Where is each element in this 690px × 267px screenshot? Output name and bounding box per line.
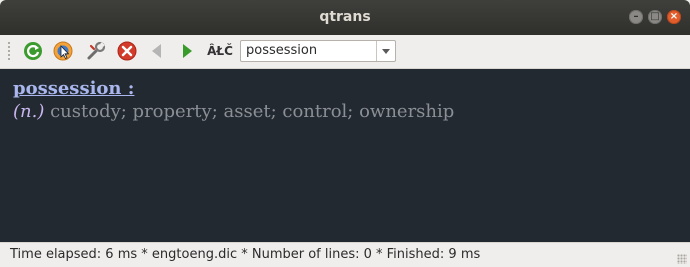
stop-icon [117, 41, 137, 61]
close-button[interactable]: × [667, 10, 681, 24]
refresh-icon [24, 42, 42, 60]
stop-button[interactable] [116, 40, 138, 62]
back-arrow-icon [152, 44, 161, 58]
settings-button[interactable] [85, 40, 107, 62]
result-pane[interactable]: possession : (n.) custody; property; ass… [0, 69, 690, 242]
resize-grip-icon[interactable] [677, 254, 687, 264]
spell-check-button[interactable]: ȂŁČ [206, 40, 234, 62]
definition-text: custody; property; asset; control; owner… [50, 101, 455, 122]
maximize-button[interactable]: □ [648, 10, 662, 24]
definition-line: (n.) custody; property; asset; control; … [13, 101, 454, 122]
status-bar: Time elapsed: 6 ms * engtoeng.dic * Numb… [0, 242, 690, 267]
pick-button[interactable] [52, 40, 74, 62]
minimize-button[interactable]: – [629, 10, 643, 24]
part-of-speech: (n.) [13, 101, 45, 122]
forward-arrow-icon [183, 44, 192, 58]
spell-check-icon: ȂŁČ [207, 44, 233, 58]
combo-dropdown-button[interactable] [376, 41, 395, 61]
status-text: Time elapsed: 6 ms * engtoeng.dic * Numb… [10, 247, 481, 262]
back-button[interactable] [146, 40, 168, 62]
window-title: qtrans [319, 9, 371, 25]
qtrans-window: qtrans – □ × ȂŁČ possession possession:… [0, 0, 690, 267]
forward-button[interactable] [176, 40, 198, 62]
wrench-icon [87, 41, 106, 60]
chevron-down-icon [382, 49, 390, 54]
title-bar[interactable]: qtrans – □ × [0, 0, 690, 35]
search-input[interactable]: possession [246, 41, 317, 61]
clipboard-pick-icon [53, 41, 73, 61]
headword-link[interactable]: possession : [13, 78, 134, 99]
refresh-button[interactable] [22, 40, 44, 62]
toolbar-handle[interactable] [7, 41, 11, 62]
search-combo[interactable]: possession [240, 40, 396, 62]
